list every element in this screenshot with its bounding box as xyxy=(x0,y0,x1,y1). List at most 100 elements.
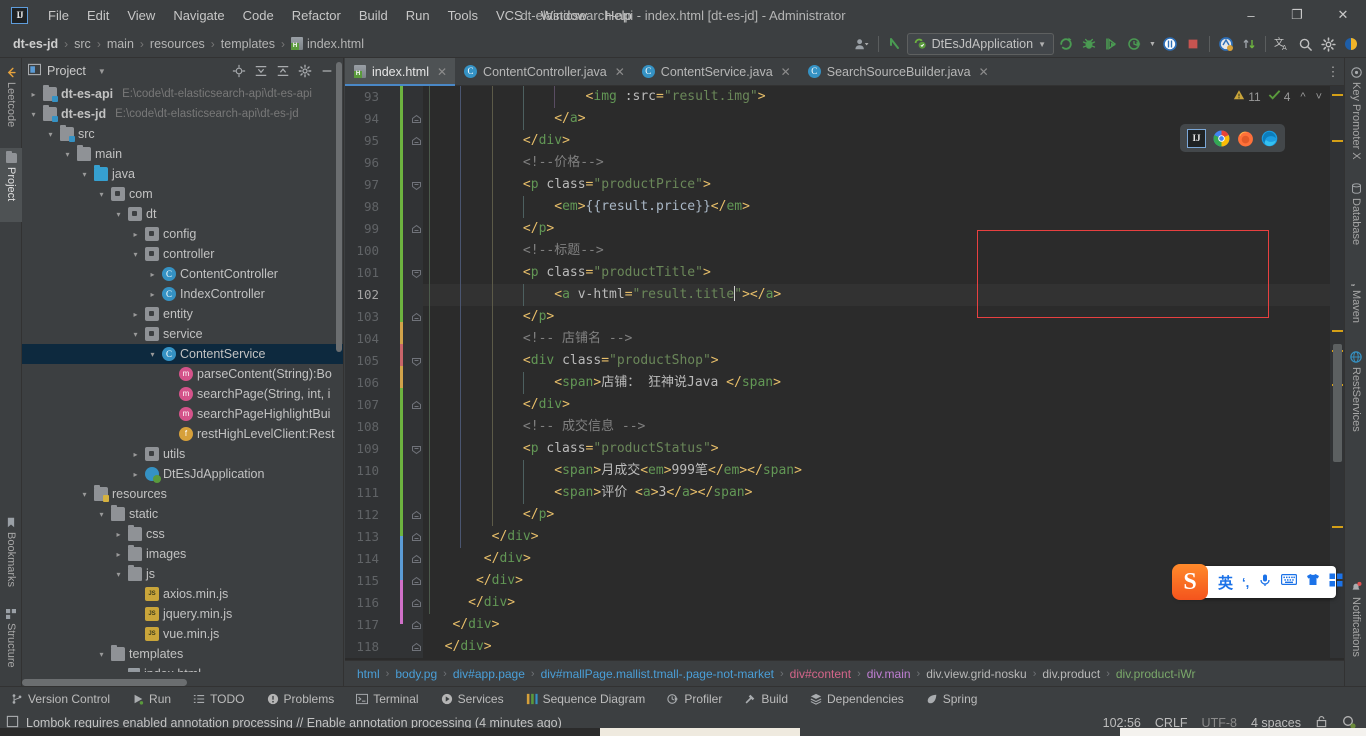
editor-tabs-more-icon[interactable]: ⋮ xyxy=(1322,58,1344,85)
chevron-down-icon[interactable]: ▾ xyxy=(147,350,158,359)
chevron-down-icon[interactable]: ▾ xyxy=(79,170,90,179)
menu-run[interactable]: Run xyxy=(397,4,439,27)
editor-breadcrumb-item[interactable]: div#content xyxy=(788,666,853,682)
code-line[interactable]: <!--标题--> xyxy=(423,240,1344,262)
menu-code[interactable]: Code xyxy=(234,4,283,27)
warning-stripe-mark[interactable] xyxy=(1332,140,1343,142)
close-tab-icon[interactable]: ✕ xyxy=(437,65,447,79)
chevron-down-icon[interactable]: ▼ xyxy=(98,67,106,76)
tree-node-dtesjdapplication[interactable]: ▸ DtEsJdApplication xyxy=(22,464,343,484)
tree-node-utils[interactable]: ▸ utils xyxy=(22,444,343,464)
code-line[interactable]: </p> xyxy=(423,218,1344,240)
menu-refactor[interactable]: Refactor xyxy=(283,4,350,27)
hide-panel-icon[interactable] xyxy=(317,61,337,81)
tree-node-controller[interactable]: ▾ controller xyxy=(22,244,343,264)
bottom-tab-services[interactable]: Services xyxy=(430,687,515,711)
stop-icon[interactable] xyxy=(1182,33,1204,55)
tree-node-images[interactable]: ▸ images xyxy=(22,544,343,564)
breadcrumb-main[interactable]: main xyxy=(104,35,137,53)
tree-node-parsecontent-string-bo[interactable]: m parseContent(String):Bo xyxy=(22,364,343,384)
sidebar-item-rest-services[interactable]: RestServices xyxy=(1345,346,1366,446)
bottom-tab-sequence-diagram[interactable]: Sequence Diagram xyxy=(515,687,657,711)
search-everywhere-icon[interactable] xyxy=(1294,33,1316,55)
close-button[interactable]: ✕ xyxy=(1320,0,1366,30)
chevron-right-icon[interactable]: ▸ xyxy=(130,450,141,459)
warning-stripe-mark[interactable] xyxy=(1332,94,1343,96)
lang-mode-icon[interactable]: 英 xyxy=(1218,572,1233,593)
code-line[interactable]: <em>{{result.price}}</em> xyxy=(423,196,1344,218)
bottom-tab-build[interactable]: Build xyxy=(733,687,799,711)
chevron-down-icon[interactable]: ▾ xyxy=(96,190,107,199)
edge-icon[interactable] xyxy=(1261,130,1278,147)
tree-node-searchpagehighlightbui[interactable]: m searchPageHighlightBui xyxy=(22,404,343,424)
menu-view[interactable]: View xyxy=(118,4,164,27)
editor-breadcrumb-item[interactable]: div.product xyxy=(1040,666,1102,682)
chevron-down-icon[interactable]: ▾ xyxy=(28,110,39,119)
tree-node-static[interactable]: ▾ static xyxy=(22,504,343,524)
editor-tab-contentcontroller-java[interactable]: C ContentController.java ✕ xyxy=(455,58,633,85)
bottom-tab-profiler[interactable]: Profiler xyxy=(656,687,733,711)
warning-stripe-mark[interactable] xyxy=(1332,526,1343,528)
code-line[interactable]: </div> xyxy=(423,636,1344,658)
chevron-down-icon[interactable]: ▾ xyxy=(113,210,124,219)
chevron-right-icon[interactable]: ▸ xyxy=(28,90,39,99)
sidebar-item-structure[interactable]: Structure xyxy=(0,604,22,684)
menu-file[interactable]: File xyxy=(39,4,78,27)
update-project-icon[interactable] xyxy=(1238,33,1260,55)
collapse-all-icon[interactable] xyxy=(273,61,293,81)
tree-node-resources[interactable]: ▾ resources xyxy=(22,484,343,504)
intellij-logo-icon[interactable]: IJ xyxy=(11,6,28,24)
code-fold-marker[interactable] xyxy=(411,400,422,411)
code-line[interactable]: <a v-html="result.title"></a> xyxy=(423,284,1344,306)
code-fold-marker[interactable] xyxy=(411,180,422,191)
code-fold-marker[interactable] xyxy=(411,356,422,367)
punctuation-icon[interactable]: ‘, xyxy=(1242,575,1249,590)
chevron-up-icon[interactable]: ^ xyxy=(1300,91,1305,103)
chevron-right-icon[interactable]: ▸ xyxy=(113,550,124,559)
code-line[interactable]: <span>月成交<em>999笔</em></span> xyxy=(423,460,1344,482)
close-tab-icon[interactable]: ✕ xyxy=(781,65,791,79)
tree-node-com[interactable]: ▾ com xyxy=(22,184,343,204)
code-line[interactable]: <div class="productShop"> xyxy=(423,350,1344,372)
editor-breadcrumb-item[interactable]: div#mallPage.mallist.tmall-.page-not-mar… xyxy=(539,666,776,682)
code-fold-marker[interactable] xyxy=(411,312,422,323)
tree-node-resthighlevelclient-rest[interactable]: f restHighLevelClient:Rest xyxy=(22,424,343,444)
sidebar-item-bookmarks[interactable]: Bookmarks xyxy=(0,512,22,600)
breadcrumb-src[interactable]: src xyxy=(71,35,94,53)
editor-gutter[interactable]: 93 94 95 96 97 98 99 100 101 102 103 104 105 106 107 10… xyxy=(345,86,423,658)
menu-vcs[interactable]: VCS xyxy=(487,4,532,27)
tree-node-entity[interactable]: ▸ entity xyxy=(22,304,343,324)
editor-breadcrumb-item[interactable]: div.main xyxy=(865,666,913,682)
chevron-down-icon[interactable]: ▾ xyxy=(130,330,141,339)
tree-node-templates[interactable]: ▾ templates xyxy=(22,644,343,664)
code-line[interactable]: <!-- 成交信息 --> xyxy=(423,416,1344,438)
code-fold-marker[interactable] xyxy=(411,268,422,279)
chevron-right-icon[interactable]: ▸ xyxy=(147,270,158,279)
user-avatar-icon[interactable] xyxy=(851,33,873,55)
chevron-down-icon[interactable]: ▾ xyxy=(79,490,90,499)
editor-vertical-scrollbar-thumb[interactable] xyxy=(1333,344,1342,462)
chevron-down-icon[interactable]: ▾ xyxy=(62,150,73,159)
tree-node-service[interactable]: ▾ service xyxy=(22,324,343,344)
bottom-tab-run[interactable]: Run xyxy=(121,687,182,711)
code-line[interactable]: </p> xyxy=(423,306,1344,328)
chevron-right-icon[interactable]: ▸ xyxy=(130,310,141,319)
editor-breadcrumb-item[interactable]: body.pg xyxy=(393,666,439,682)
tree-node-dt-es-api[interactable]: ▸ dt-es-api E:\code\dt-elasticsearch-api\d… xyxy=(22,84,343,104)
attach-debugger-icon[interactable] xyxy=(1159,33,1181,55)
editor-tab-index-html[interactable]: index.html ✕ xyxy=(345,58,456,86)
tree-node-searchpage-string-int-i[interactable]: m searchPage(String, int, i xyxy=(22,384,343,404)
tree-node-vue-min-js[interactable]: JS vue.min.js xyxy=(22,624,343,644)
profile-icon[interactable] xyxy=(1124,33,1146,55)
debug-icon[interactable] xyxy=(1078,33,1100,55)
tree-node-indexcontroller[interactable]: ▸ C IndexController xyxy=(22,284,343,304)
breadcrumb-file[interactable]: index.html xyxy=(288,35,367,53)
editor-breadcrumb-item[interactable]: div.view.grid-nosku xyxy=(924,666,1029,682)
tree-node-jquery-min-js[interactable]: JS jquery.min.js xyxy=(22,604,343,624)
menu-help[interactable]: Help xyxy=(596,4,641,27)
code-line[interactable]: <p class="productStatus"> xyxy=(423,438,1344,460)
bottom-tab-todo[interactable]: TODO xyxy=(182,687,255,711)
project-tree-vertical-scrollbar[interactable] xyxy=(336,62,342,352)
code-line[interactable]: <img :src="result.img"> xyxy=(423,86,1344,108)
maximize-button[interactable]: ❐ xyxy=(1274,0,1320,30)
